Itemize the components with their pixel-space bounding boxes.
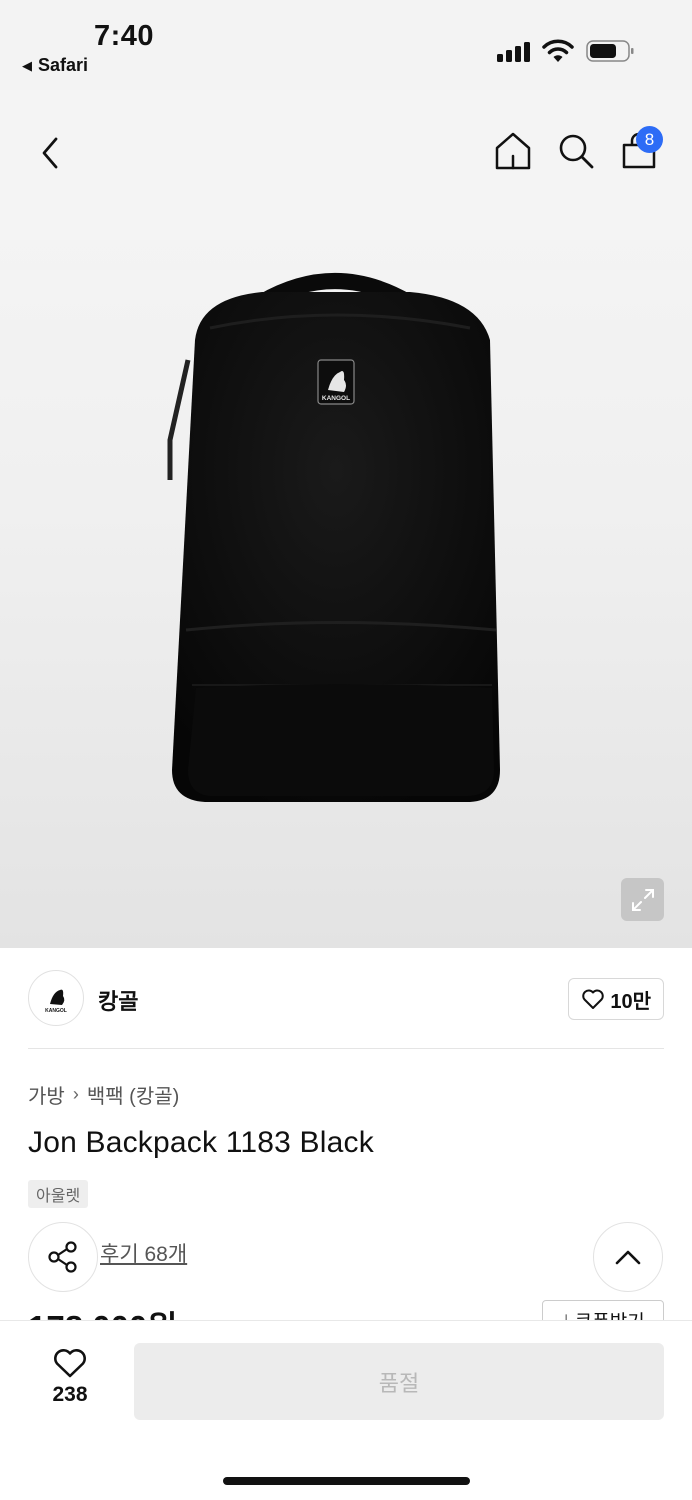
breadcrumb: 가방 › 백팩 (캉골) bbox=[28, 1080, 179, 1109]
cellular-signal-icon bbox=[497, 40, 530, 62]
brand-logo-text: KANGOL bbox=[45, 1008, 67, 1014]
divider bbox=[28, 1048, 664, 1049]
share-button[interactable] bbox=[28, 1222, 98, 1292]
kangol-logo-icon: KANGOL bbox=[45, 989, 67, 1014]
chevron-left-icon bbox=[42, 137, 58, 169]
status-time: 7:40 bbox=[94, 20, 155, 52]
home-indicator bbox=[223, 1477, 470, 1485]
cart-count-badge: 8 bbox=[636, 126, 663, 153]
brand-like-count: 10만 bbox=[610, 990, 651, 1013]
battery-icon bbox=[586, 40, 634, 62]
back-to-safari-link[interactable]: ◀ Safari bbox=[22, 55, 88, 76]
brand-row: KANGOL 캉골 10만 bbox=[28, 970, 664, 1028]
back-triangle-icon: ◀ bbox=[22, 57, 32, 73]
product-title: Jon Backpack 1183 Black bbox=[28, 1126, 374, 1159]
brand-name[interactable]: 캉골 bbox=[98, 984, 138, 1016]
wishlist-button[interactable]: 238 bbox=[40, 1347, 100, 1407]
price-row: 178,000원 ↓ 쿠폰받기 bbox=[0, 1296, 692, 1320]
outlet-tag: 아울렛 bbox=[28, 1180, 89, 1208]
wishlist-count: 238 bbox=[52, 1383, 88, 1406]
search-icon bbox=[559, 134, 594, 169]
backpack-logo-text: KANGOL bbox=[322, 395, 350, 402]
status-bar: 7:40 ◀ Safari bbox=[0, 0, 692, 90]
chevron-up-icon bbox=[615, 1250, 641, 1265]
scroll-to-top-button[interactable] bbox=[593, 1222, 663, 1292]
breadcrumb-separator: › bbox=[72, 1084, 79, 1104]
expand-icon bbox=[631, 888, 654, 911]
back-button[interactable] bbox=[28, 130, 74, 176]
breadcrumb-subcategory[interactable]: 백팩 (캉골) bbox=[87, 1080, 179, 1109]
home-button[interactable] bbox=[490, 128, 536, 174]
heart-outline-icon bbox=[54, 1349, 86, 1378]
home-icon bbox=[495, 132, 531, 170]
wifi-icon bbox=[542, 39, 574, 62]
share-icon bbox=[48, 1241, 77, 1273]
download-icon: ↓ bbox=[561, 1309, 571, 1320]
reviews-link[interactable]: 후기 68개 bbox=[100, 1238, 187, 1268]
product-price: 178,000원 bbox=[28, 1301, 178, 1320]
expand-image-button[interactable] bbox=[621, 878, 664, 921]
back-app-label: Safari bbox=[38, 55, 89, 75]
brand-like-button[interactable]: 10만 bbox=[568, 978, 664, 1020]
search-button[interactable] bbox=[553, 128, 599, 174]
coupon-label: 쿠폰받기 bbox=[575, 1307, 645, 1321]
coupon-button[interactable]: ↓ 쿠폰받기 bbox=[542, 1300, 664, 1320]
heart-outline-icon bbox=[582, 989, 605, 1009]
bottom-action-bar: 238 품절 bbox=[0, 1320, 692, 1500]
product-image-area[interactable]: KANGOL bbox=[0, 210, 692, 948]
black-backpack-image: KANGOL bbox=[167, 273, 500, 802]
breadcrumb-category[interactable]: 가방 bbox=[28, 1080, 65, 1109]
sold-out-button[interactable]: 품절 bbox=[134, 1343, 664, 1420]
brand-logo[interactable]: KANGOL bbox=[28, 970, 84, 1026]
top-navigation bbox=[0, 90, 692, 210]
